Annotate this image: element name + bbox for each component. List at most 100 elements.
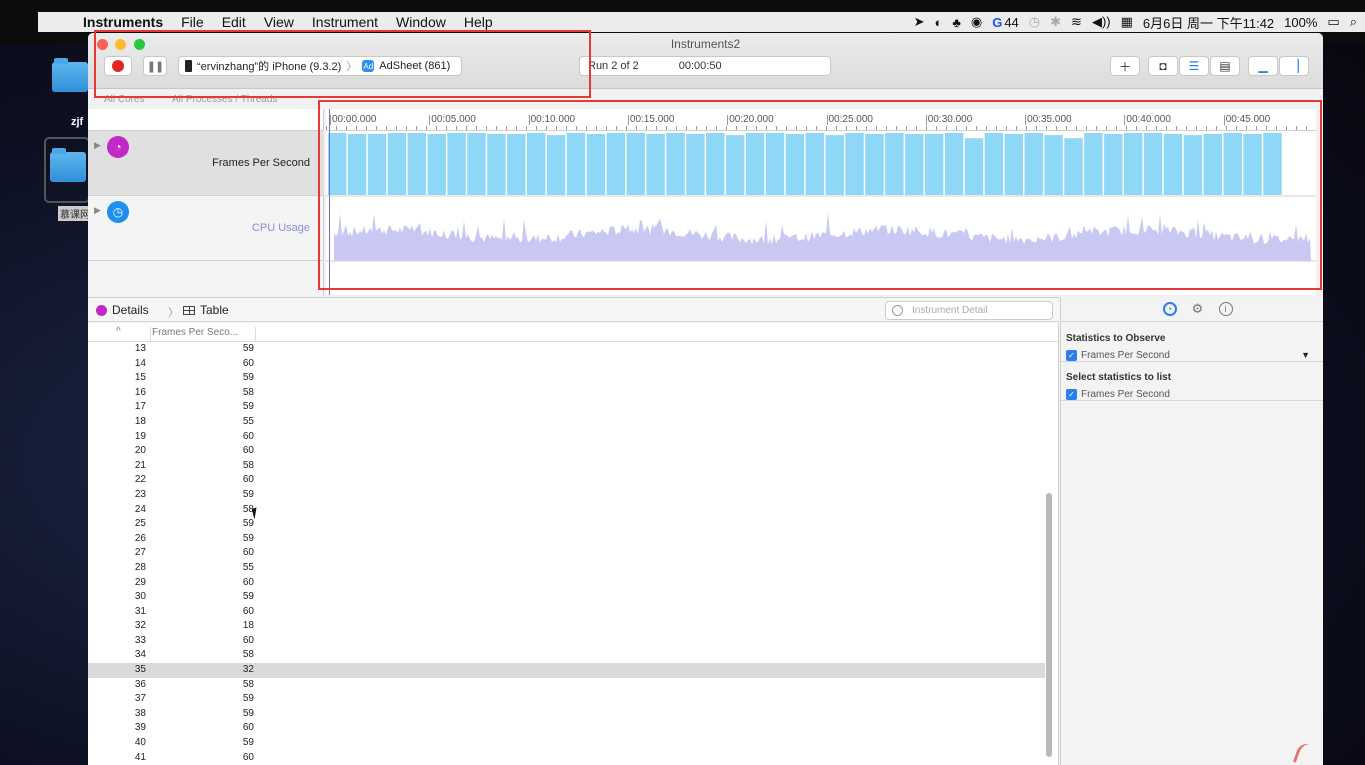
g-app-icon[interactable]: G	[992, 15, 1002, 30]
table-row[interactable]: 33 60	[88, 634, 1045, 649]
table-row[interactable]: 13 59	[88, 342, 1045, 357]
right-pane-icon: ▕	[1289, 59, 1299, 73]
menu-window[interactable]: Window	[387, 14, 455, 30]
observe-fps-checkbox[interactable]: ✓ Frames Per Second	[1066, 350, 1170, 361]
table-row[interactable]: 28 55	[88, 561, 1045, 576]
menu-view[interactable]: View	[255, 14, 303, 30]
track-row-fps[interactable]: ▶ ◔ Frames Per Second	[88, 131, 324, 196]
table-row[interactable]: 29 60	[88, 576, 1045, 591]
row-fps-value: 60	[242, 634, 254, 646]
time-machine-icon[interactable]: ◷	[1029, 14, 1040, 30]
qq-penguin-icon[interactable]: ♣	[952, 15, 961, 30]
toggle-right-pane-button[interactable]: ▕	[1279, 56, 1309, 76]
spotlight-icon[interactable]: ⌕	[1350, 14, 1357, 30]
table-scrollbar[interactable]	[1046, 493, 1052, 757]
table-row[interactable]: 37 59	[88, 692, 1045, 707]
record-icon[interactable]: ◉	[971, 14, 982, 30]
table-row[interactable]: 15 59	[88, 371, 1045, 386]
breadcrumb-separator-icon: 〉	[168, 307, 179, 319]
battery-icon[interactable]: ▭	[1327, 14, 1339, 30]
status-area: ➤ ◐ ♣ ◉ G 44 ◷ ✱ ≋ ◀)) ▦ 6月6日 周一 下午11:42…	[914, 13, 1365, 32]
table-row[interactable]: 18 55	[88, 415, 1045, 430]
view-track-button[interactable]: ◘	[1148, 56, 1178, 76]
row-fps-value: 58	[242, 678, 254, 690]
wifi-icon[interactable]: ≋	[1071, 14, 1082, 30]
desktop-folder-icon[interactable]	[52, 58, 88, 92]
extended-detail-tab-icon[interactable]: i	[1218, 302, 1233, 316]
table-row[interactable]: 34 58	[88, 648, 1045, 663]
row-index: 29	[134, 576, 146, 588]
row-fps-value: 59	[242, 532, 254, 544]
run-status-display[interactable]: Run 2 of 2 00:00:50	[579, 56, 831, 76]
select-statistics-title: Select statistics to list	[1066, 372, 1172, 383]
breadcrumb-details[interactable]: Details	[96, 303, 149, 317]
highlight-box-toolbar	[94, 30, 591, 98]
list-fps-checkbox[interactable]: ✓ Frames Per Second	[1066, 389, 1170, 400]
menu-instrument[interactable]: Instrument	[303, 14, 387, 30]
row-fps-value: 60	[242, 605, 254, 617]
record-settings-tab-icon[interactable]: ◔	[1162, 302, 1177, 316]
table-row[interactable]: 40 59	[88, 736, 1045, 751]
row-index: 37	[134, 693, 146, 705]
input-method-icon[interactable]: ▦	[1121, 14, 1133, 30]
row-index: 36	[134, 678, 146, 690]
table-row[interactable]: 19 60	[88, 430, 1045, 445]
instrument-detail-search[interactable]: Instrument Detail	[885, 301, 1053, 320]
view-extended-button[interactable]: ▤	[1210, 56, 1240, 76]
disclosure-triangle-icon[interactable]: ▶	[94, 140, 101, 151]
table-row[interactable]: 39 60	[88, 721, 1045, 736]
table-row[interactable]: 41 60	[88, 751, 1045, 765]
table-row[interactable]: 35 32	[88, 663, 1045, 678]
location-arrow-icon[interactable]: ➤	[914, 14, 925, 30]
table-row[interactable]: 24 58	[88, 503, 1045, 518]
table-row[interactable]: 17 59	[88, 400, 1045, 415]
observe-fps-label: Frames Per Second	[1081, 350, 1170, 361]
row-fps-value: 59	[242, 737, 254, 749]
column-header-fps[interactable]: Frames Per Seco...	[150, 327, 256, 342]
desktop-folder2-icon[interactable]	[50, 148, 86, 182]
menu-instruments-app[interactable]: Instruments	[74, 14, 172, 30]
table-row[interactable]: 22 60	[88, 473, 1045, 488]
add-instrument-button[interactable]: ＋	[1110, 56, 1140, 76]
menu-edit[interactable]: Edit	[213, 14, 255, 30]
track-row-cpu[interactable]: ▶ ◷ CPU Usage	[88, 196, 324, 261]
view-detail-button[interactable]: ☰	[1179, 56, 1209, 76]
row-index: 26	[134, 532, 146, 544]
battery-percent[interactable]: 100%	[1284, 15, 1317, 30]
menu-help[interactable]: Help	[455, 14, 502, 30]
row-fps-value: 32	[242, 664, 254, 676]
table-row[interactable]: 26 59	[88, 532, 1045, 547]
clock-text[interactable]: 6月6日 周一 下午11:42	[1143, 13, 1274, 32]
volume-icon[interactable]: ◀))	[1092, 14, 1111, 30]
bluetooth-icon[interactable]: ✱	[1050, 14, 1061, 30]
row-index: 34	[134, 649, 146, 661]
table-row[interactable]: 38 59	[88, 707, 1045, 722]
track-header-spacer	[88, 109, 323, 131]
row-index: 25	[134, 518, 146, 530]
row-fps-value: 60	[242, 722, 254, 734]
table-row[interactable]: 23 59	[88, 488, 1045, 503]
table-row[interactable]: 30 59	[88, 590, 1045, 605]
disclosure-triangle-icon[interactable]: ▶	[94, 205, 101, 216]
menu-file[interactable]: File	[172, 14, 213, 30]
breadcrumb-table[interactable]: Table	[183, 303, 229, 317]
row-fps-value: 60	[242, 751, 254, 763]
table-row[interactable]: 20 60	[88, 444, 1045, 459]
table-row[interactable]: 21 58	[88, 459, 1045, 474]
table-row[interactable]: 16 58	[88, 386, 1045, 401]
table-row[interactable]: 36 58	[88, 678, 1045, 693]
row-index: 30	[134, 591, 146, 603]
display-settings-tab-icon[interactable]: ⚙	[1191, 301, 1205, 316]
half-moon-icon[interactable]: ◐	[934, 15, 942, 30]
sort-caret-icon[interactable]: ^	[116, 326, 121, 337]
dropdown-arrow-icon[interactable]: ▼	[1301, 350, 1310, 360]
table-row[interactable]: 32 18	[88, 619, 1045, 634]
table-row[interactable]: 14 60	[88, 357, 1045, 372]
inspector-tabs: ◔ ⚙ i	[1061, 297, 1323, 322]
row-fps-value: 59	[242, 707, 254, 719]
toggle-bottom-pane-button[interactable]: ▁	[1248, 56, 1278, 76]
track-name-cpu: CPU Usage	[251, 222, 310, 234]
table-row[interactable]: 31 60	[88, 605, 1045, 620]
table-row[interactable]: 27 60	[88, 546, 1045, 561]
table-row[interactable]: 25 59	[88, 517, 1045, 532]
